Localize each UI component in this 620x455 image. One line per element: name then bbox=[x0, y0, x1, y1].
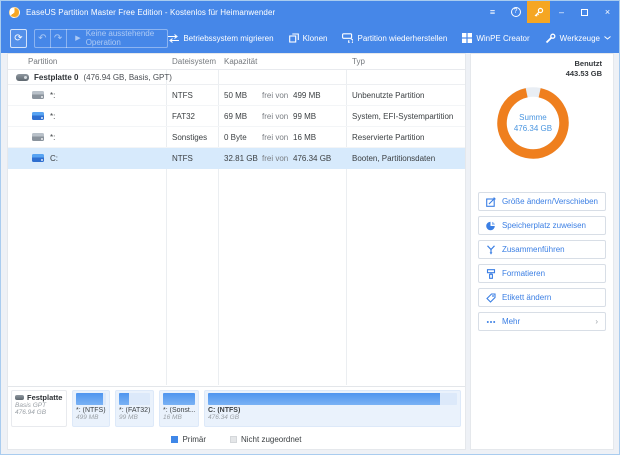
legend-primary: Primär bbox=[171, 435, 206, 444]
partition-icon bbox=[32, 112, 44, 120]
partition-icon bbox=[32, 133, 44, 141]
hard-disk-icon bbox=[15, 395, 24, 400]
change-label-button[interactable]: Etikett ändern bbox=[477, 288, 606, 307]
table-header: Partition Dateisystem Kapazität Typ bbox=[8, 54, 465, 70]
disk-map-block[interactable]: *: (FAT32) 99 MB bbox=[115, 390, 154, 427]
unallocated-swatch bbox=[230, 435, 237, 443]
allocate-space-button[interactable]: Speicherplatz zuweisen bbox=[477, 216, 606, 235]
help-icon[interactable]: ? bbox=[504, 1, 527, 23]
label-tag-icon bbox=[486, 292, 496, 303]
play-icon: ▶ bbox=[75, 35, 81, 42]
legend-unallocated: Nicht zugeordnet bbox=[230, 435, 301, 444]
disk-map-block[interactable]: *: (NTFS) 499 MB bbox=[72, 390, 110, 427]
window-title: EaseUS Partition Master Free Edition - K… bbox=[26, 7, 276, 17]
redo-button[interactable]: ↷ bbox=[51, 33, 66, 44]
disk-map-block[interactable]: *: (Sonst... 16 MB bbox=[159, 390, 199, 427]
minimize-button[interactable]: – bbox=[550, 1, 573, 23]
format-button[interactable]: Formatieren bbox=[477, 264, 606, 283]
upgrade-key-button[interactable] bbox=[527, 1, 550, 23]
col-capacity[interactable]: Kapazität bbox=[218, 57, 346, 66]
app-window: EaseUS Partition Master Free Edition - K… bbox=[0, 0, 620, 455]
content-area: Partition Dateisystem Kapazität Typ Fest… bbox=[1, 53, 619, 454]
key-icon bbox=[534, 7, 544, 17]
disk-map: Festplatte 0 Basis GPT 476.94 GB *: (NTF… bbox=[8, 386, 465, 429]
pending-operation-button[interactable]: ▶ Keine ausstehende Operation bbox=[66, 29, 167, 47]
toolbar: ⟳ ↶ ↷ ▶ Keine ausstehende Operation Betr… bbox=[1, 23, 619, 53]
disk-group-row[interactable]: Festplatte 0 (476.94 GB, Basis, GPT) bbox=[8, 70, 465, 85]
title-bar: EaseUS Partition Master Free Edition - K… bbox=[1, 1, 619, 23]
table-row[interactable]: *: FAT32 69 MB frei von 99 MB System, EFI-… bbox=[8, 106, 465, 127]
col-partition[interactable]: Partition bbox=[8, 57, 166, 66]
side-panel: Benutzt 443.53 GB Summe 476.34 GB Größe … bbox=[469, 53, 614, 450]
allocate-space-icon bbox=[486, 221, 495, 230]
migrate-os-button[interactable]: Betriebssystem migrieren bbox=[168, 33, 274, 43]
more-dots-icon bbox=[486, 320, 496, 323]
disk-map-block-selected[interactable]: C: (NTFS) 476.34 GB bbox=[204, 390, 461, 427]
col-type[interactable]: Typ bbox=[346, 57, 465, 66]
partition-icon bbox=[32, 91, 44, 99]
resize-move-icon bbox=[486, 196, 496, 207]
used-label: Benutzt 443.53 GB bbox=[565, 59, 602, 79]
usage-chart: Benutzt 443.53 GB Summe 476.34 GB bbox=[471, 54, 613, 188]
partition-recover-icon bbox=[342, 33, 354, 43]
menu-list-icon[interactable]: ≡ bbox=[481, 1, 504, 23]
undo-button[interactable]: ↶ bbox=[35, 33, 50, 44]
maximize-button[interactable] bbox=[573, 1, 596, 23]
merge-icon bbox=[487, 244, 495, 255]
clone-icon bbox=[288, 33, 299, 43]
donut-center-label: Summe 476.34 GB bbox=[513, 112, 553, 133]
refresh-button[interactable]: ⟳ bbox=[10, 28, 27, 48]
partition-recovery-button[interactable]: Partition wiederherstellen bbox=[342, 33, 447, 43]
disk-details: (476.94 GB, Basis, GPT) bbox=[83, 72, 172, 82]
tools-icon bbox=[545, 33, 556, 43]
disk-map-disk-info[interactable]: Festplatte 0 Basis GPT 476.94 GB bbox=[11, 390, 67, 427]
partition-actions: Größe ändern/Verschieben Speicherplatz z… bbox=[471, 188, 613, 331]
chevron-right-icon: › bbox=[595, 317, 598, 326]
more-button[interactable]: Mehr › bbox=[477, 312, 606, 331]
clone-button[interactable]: Klonen bbox=[288, 33, 327, 43]
table-row-selected[interactable]: C: NTFS 32.81 GB frei von 476.34 GB Booten… bbox=[8, 148, 465, 169]
resize-move-button[interactable]: Größe ändern/Verschieben bbox=[477, 192, 606, 211]
partition-table-panel: Partition Dateisystem Kapazität Typ Fest… bbox=[7, 53, 466, 450]
winpe-creator-button[interactable]: WinPE Creator bbox=[462, 33, 530, 43]
table-row[interactable]: *: Sonstiges 0 Byte frei von 16 MB Reservi… bbox=[8, 127, 465, 148]
merge-button[interactable]: Zusammenführen bbox=[477, 240, 606, 259]
table-row[interactable]: *: NTFS 50 MB frei von 499 MB Unbenutzte P… bbox=[8, 85, 465, 106]
partition-icon bbox=[32, 154, 44, 162]
tools-menu-button[interactable]: Werkzeuge bbox=[545, 33, 611, 44]
primary-swatch bbox=[171, 435, 179, 443]
col-filesystem[interactable]: Dateisystem bbox=[166, 57, 218, 66]
format-icon bbox=[486, 268, 495, 279]
table-empty-space bbox=[8, 169, 465, 386]
operation-group: ↶ ↷ ▶ Keine ausstehende Operation bbox=[33, 28, 169, 48]
winpe-icon bbox=[462, 33, 473, 43]
disk-name: Festplatte 0 bbox=[34, 72, 79, 82]
hard-disk-icon bbox=[16, 73, 29, 81]
close-button[interactable]: × bbox=[596, 1, 619, 23]
app-logo-icon bbox=[9, 6, 20, 18]
migrate-icon bbox=[168, 33, 180, 43]
disk-map-legend: Primär Nicht zugeordnet bbox=[8, 429, 465, 449]
chevron-down-icon bbox=[604, 36, 611, 40]
